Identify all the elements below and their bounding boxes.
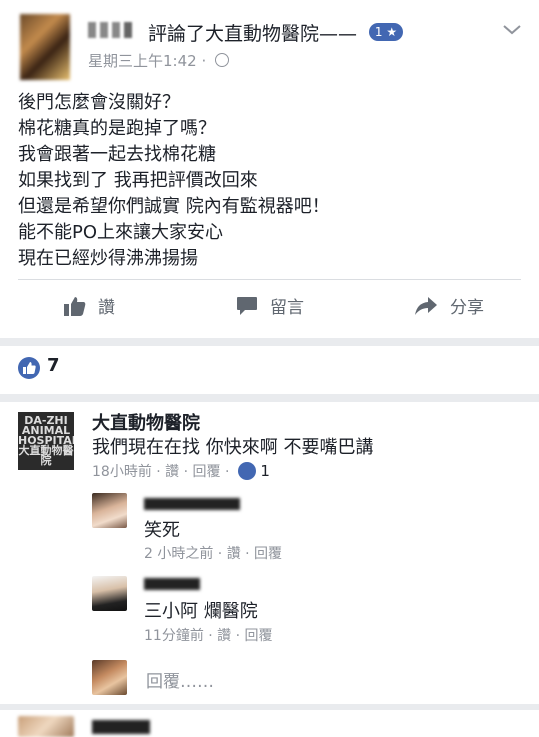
post-timestamp[interactable]: 星期三上午1:42 · <box>88 50 230 71</box>
commenter-name[interactable]: 大直動物醫院 <box>92 409 200 435</box>
author-name-redacted[interactable] <box>88 22 148 42</box>
post-line: 能不能PO上來讓大家安心 <box>18 222 224 243</box>
comment-meta[interactable]: 11分鐘前 · 讚 · 回覆 <box>144 625 273 645</box>
divider <box>18 279 521 280</box>
separator <box>0 704 539 710</box>
hospital-logo-avatar[interactable]: DA-ZHI ANIMAL HOSPITAL 大直動物醫院 <box>18 412 74 470</box>
reply-input[interactable]: 回覆…… <box>146 667 214 692</box>
thumbs-up-icon <box>64 296 86 316</box>
share-button[interactable]: 分享 <box>414 293 484 318</box>
reaction-count[interactable]: 7 <box>47 355 60 376</box>
post-line: 棉花糖真的是跑掉了嗎？ <box>18 118 216 139</box>
commenter-name-redacted[interactable] <box>144 578 200 590</box>
comment-icon <box>237 296 257 315</box>
reactions-bar[interactable] <box>0 346 539 394</box>
logo-text: DA-ZHI ANIMAL HOSPITAL 大直動物醫院 <box>18 414 74 467</box>
commenter-avatar[interactable] <box>92 576 127 611</box>
post-card: 評論了大直動物醫院—— 1 ★ 星期三上午1:42 · 後門怎麼會沒關好？ 棉花… <box>0 0 539 338</box>
current-user-avatar <box>92 660 127 695</box>
comment-text: 笑死 <box>144 520 180 541</box>
post-headline: 評論了大直動物醫院—— <box>148 23 358 45</box>
post-line: 如果找到了 我再把評價改回來 <box>18 170 258 191</box>
comment-meta[interactable]: 2 小時之前 · 讚 · 回覆 <box>144 543 282 563</box>
comment-text: 三小阿 爛醫院 <box>144 601 258 622</box>
chevron-down-icon[interactable] <box>500 20 524 40</box>
comment-text: 我們現在在找 你快來啊 不要嘴巴講 <box>92 437 374 458</box>
thumbs-up-icon <box>23 362 36 374</box>
globe-icon <box>215 53 230 67</box>
post-line: 後門怎麼會沒關好？ <box>18 92 180 113</box>
like-button[interactable]: 讚 <box>64 293 115 318</box>
like-reaction-icon <box>18 357 40 379</box>
post-line: 但還是希望你們誠實 院內有監視器吧！ <box>18 196 330 217</box>
thumbs-up-icon <box>237 462 256 480</box>
post-body: 後門怎麼會沒關好？ 棉花糖真的是跑掉了嗎？ 我會跟著一起去找棉花糖 如果找到了 … <box>18 90 330 272</box>
separator <box>0 394 539 402</box>
comment-button[interactable]: 留言 <box>236 293 304 318</box>
next-post-avatar[interactable] <box>18 716 74 737</box>
share-icon <box>415 296 437 315</box>
rating-badge: 1 ★ <box>369 23 403 41</box>
comment-meta: 18小時前 · 讚 · 回覆 · 1 <box>92 462 270 480</box>
author-avatar[interactable] <box>20 14 70 80</box>
commenter-avatar[interactable] <box>92 493 127 528</box>
post-line: 現在已經炒得沸沸揚揚 <box>18 248 198 269</box>
next-post-name-redacted[interactable] <box>92 720 150 734</box>
post-line: 我會跟著一起去找棉花糖 <box>18 144 216 165</box>
separator <box>0 338 539 346</box>
commenter-name-redacted[interactable] <box>144 498 240 510</box>
